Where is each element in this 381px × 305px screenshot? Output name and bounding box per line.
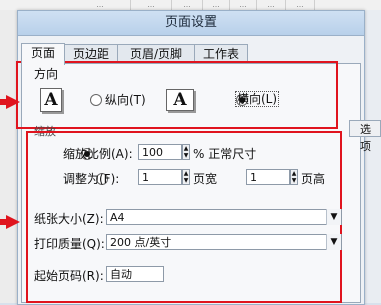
options-button[interactable]: 选项 xyxy=(349,120,381,153)
sheet-cell: … xyxy=(286,0,315,10)
fit-pages-tall-input[interactable]: 1 xyxy=(246,169,290,185)
chevron-down-icon[interactable]: ▼ xyxy=(326,234,341,250)
arrow-right-icon xyxy=(6,95,20,109)
sheet-cell: … xyxy=(230,0,257,10)
spreadsheet-row-strip xyxy=(0,10,18,303)
pages-wide-label: 页宽 xyxy=(193,172,218,186)
fit-pages-wide-spinner[interactable]: ▲ ▼ xyxy=(182,169,190,185)
portrait-page-icon: A xyxy=(40,88,62,112)
first-page-number-input[interactable]: 自动 xyxy=(106,266,164,282)
print-quality-label: 打印质量(Q): xyxy=(34,237,105,251)
landscape-page-icon: A xyxy=(166,89,194,111)
dialog-title: 页面设置 xyxy=(18,11,364,36)
sheet-cell: … xyxy=(70,0,131,10)
pages-tall-label: 页高 xyxy=(301,172,326,186)
paper-size-label: 纸张大小(Z): xyxy=(34,212,104,226)
portrait-radio[interactable] xyxy=(90,94,102,106)
landscape-label[interactable]: 横向(L) xyxy=(235,91,280,107)
sheet-cell: … xyxy=(257,0,286,10)
page-setup-dialog: 页面设置 页面 页边距 页眉/页脚 工作表 方向 A 纵向(T) A 横向(L)… xyxy=(16,10,365,305)
first-page-number-label: 起始页码(R): xyxy=(34,269,104,283)
orientation-group-label: 方向 xyxy=(34,67,59,81)
print-quality-value: 200 点/英寸 xyxy=(110,236,172,249)
chevron-down-icon[interactable]: ▼ xyxy=(326,209,341,225)
scale-percent-input[interactable]: 100 xyxy=(138,144,182,160)
scale-percent-spinner[interactable]: ▲ ▼ xyxy=(182,144,190,160)
paper-size-select[interactable]: A4 ▼ xyxy=(106,209,342,225)
fit-pages-wide-input[interactable]: 1 xyxy=(138,169,182,185)
sheet-cell: … xyxy=(172,0,203,10)
tab-page[interactable]: 页面 xyxy=(21,43,65,65)
portrait-label[interactable]: 纵向(T) xyxy=(105,91,146,108)
arrow-right-icon xyxy=(6,215,20,229)
spreadsheet-background xyxy=(363,10,381,303)
sheet-cell: … xyxy=(203,0,230,10)
sheet-cell: … xyxy=(131,0,172,10)
paper-size-value: A4 xyxy=(110,211,125,224)
scale-percent-suffix: % 正常尺寸 xyxy=(193,147,257,161)
fit-to-label[interactable]: 调整为(F): xyxy=(63,170,119,187)
fit-pages-tall-spinner[interactable]: ▲ ▼ xyxy=(290,169,298,185)
print-quality-select[interactable]: 200 点/英寸 ▼ xyxy=(106,234,342,250)
adjust-to-label[interactable]: 缩放比例(A): xyxy=(63,145,133,162)
